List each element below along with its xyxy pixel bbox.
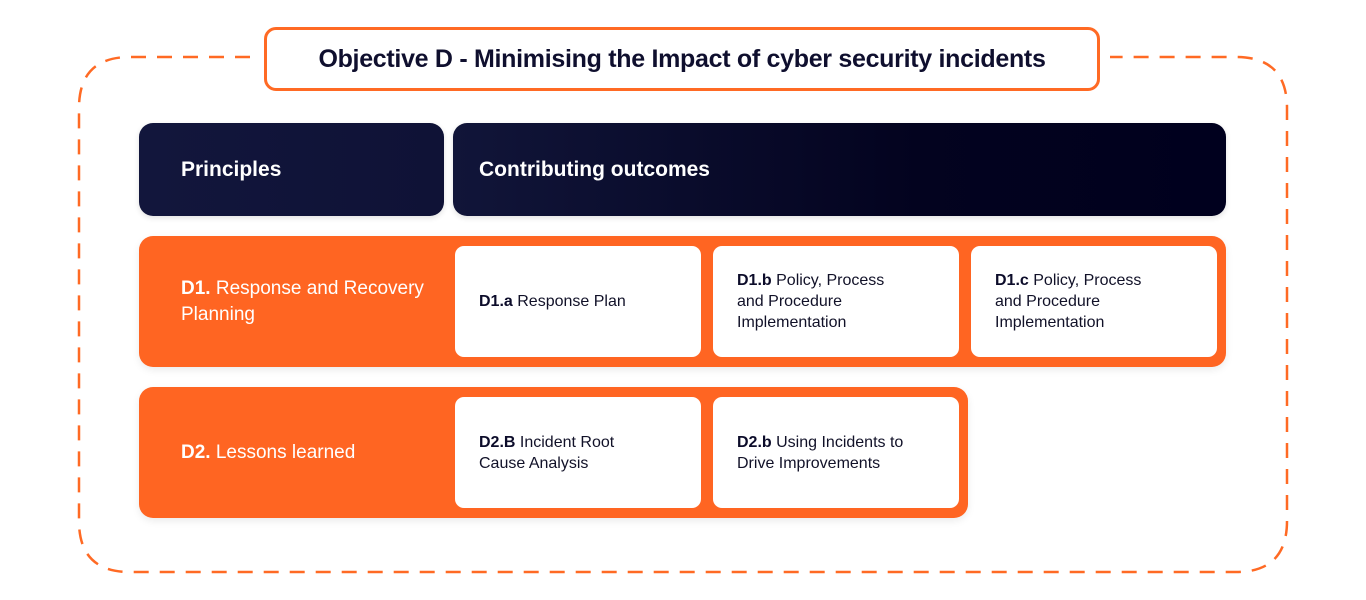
- principle-label: Lessons learned: [215, 441, 356, 463]
- outcome-code: D1.b: [737, 272, 772, 289]
- outcome-code: D1.a: [479, 293, 513, 310]
- outcomes-header: Contributing outcomes: [453, 123, 1226, 216]
- principles-header-label: Principles: [181, 157, 282, 181]
- principle-code: D1.: [181, 277, 211, 299]
- outcome-label: Response Plan: [517, 293, 626, 310]
- principle-label: Response and Recovery Planning: [181, 277, 424, 325]
- outcome-code: D2.b: [737, 433, 772, 451]
- outcome-card-d2b[interactable]: D2.b Using Incidents to Drive Improvemen…: [713, 397, 959, 508]
- outcome-card-d2B[interactable]: D2.B Incident Root Cause Analysis: [455, 397, 701, 508]
- principle-d2: D2. Lessons learned: [181, 387, 441, 518]
- objective-title-text: Objective D - Minimising the Impact of c…: [318, 44, 1046, 73]
- principle-row-d1: D1. Response and Recovery Planning D1.a …: [139, 236, 1226, 367]
- principle-d1: D1. Response and Recovery Planning: [181, 236, 441, 367]
- outcome-card-d1a[interactable]: D1.a Response Plan: [455, 246, 701, 357]
- principle-row-d2: D2. Lessons learned D2.B Incident Root C…: [139, 387, 968, 518]
- outcome-card-d1c[interactable]: D1.c Policy, Process and Procedure Imple…: [971, 246, 1217, 357]
- outcomes-header-label: Contributing outcomes: [479, 157, 710, 181]
- outcome-code: D1.c: [995, 272, 1029, 289]
- principles-header: Principles: [139, 123, 444, 216]
- objective-title: Objective D - Minimising the Impact of c…: [264, 27, 1100, 91]
- outcome-code: D2.B: [479, 433, 516, 451]
- outcome-card-d1b[interactable]: D1.b Policy, Process and Procedure Imple…: [713, 246, 959, 357]
- principle-code: D2.: [181, 441, 211, 463]
